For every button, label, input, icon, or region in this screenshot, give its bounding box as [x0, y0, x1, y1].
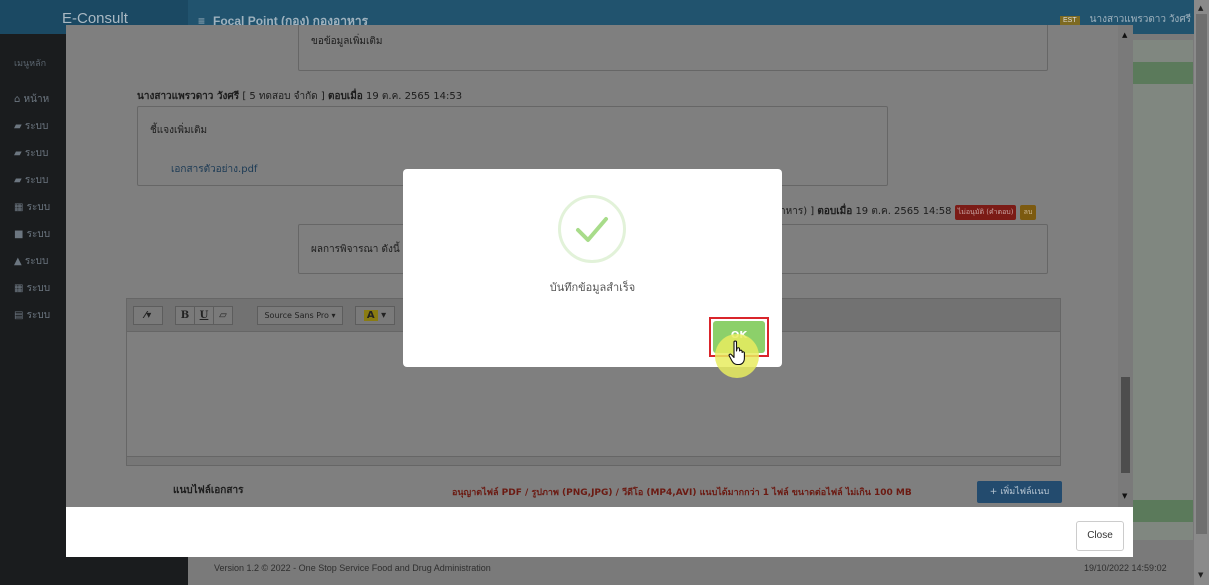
book-icon: ▰ [14, 148, 25, 159]
reply-timestamp: 19 ต.ค. 2565 14:53 [366, 91, 463, 102]
version-text: Version 1.2 © 2022 - One Stop Service Fo… [214, 563, 491, 573]
reply-body: ชี้แจงเพิ่มเติม [150, 125, 208, 136]
delete-button[interactable]: ลบ [1019, 205, 1037, 220]
scroll-up-icon[interactable]: ▲ [1198, 4, 1203, 12]
reply-header-tail: าหาร) ] [780, 206, 815, 217]
message-box: ขอข้อมูลเพิ่มเติม [298, 25, 1048, 71]
status-badge: ไม่อนุมัติ (คำตอบ) [954, 205, 1017, 220]
scroll-thumb[interactable] [1196, 14, 1207, 534]
eraser-icon[interactable]: ▱ [213, 306, 233, 325]
page-scrollbar[interactable]: ▲ ▼ [1194, 0, 1209, 585]
reply-header-2: าหาร) ] ตอบเมื่อ 19 ต.ค. 2565 14:58 ไม่อ… [780, 204, 1037, 220]
scroll-thumb[interactable] [1121, 377, 1130, 473]
add-attachment-button[interactable]: + เพิ่มไฟล์แนบ [977, 481, 1062, 503]
user-name: นางสาวแพรวดาว วังศรี [1089, 14, 1192, 25]
reply-timestamp: 19 ต.ค. 2565 14:58 [855, 206, 952, 217]
font-family-select[interactable]: Source Sans Pro ▾ [257, 306, 343, 325]
attach-label: แนบไฟล์เอกสาร [173, 485, 244, 496]
close-button[interactable]: Close [1076, 521, 1124, 551]
user-badge: EST [1060, 16, 1080, 25]
calendar-icon: ▦ [14, 283, 27, 294]
modal-scrollbar[interactable]: ▲ ▼ [1118, 25, 1133, 507]
text-color-icon: A [363, 310, 378, 321]
attachment-link[interactable]: เอกสารตัวอย่าง.pdf [171, 162, 257, 177]
checkmark-svg [576, 217, 608, 242]
attach-note: อนุญาตไฟล์ PDF / รูปภาพ (PNG,JPG) / วีดี… [452, 488, 912, 498]
sidebar-item-label: ระบบ [26, 202, 51, 213]
reply-label: ตอบเมื่อ [817, 206, 853, 217]
sidebar-item-label: หน้าห [23, 94, 50, 105]
home-icon: ⌂ [14, 94, 24, 105]
sidebar-item-label: ระบบ [26, 283, 51, 294]
underline-button[interactable]: U [194, 306, 214, 325]
editor-resize-bar[interactable] [127, 456, 1060, 465]
sidebar-item-label: ระบบ [24, 256, 49, 267]
graduation-cap-icon: ▲ [14, 256, 25, 267]
magic-wand-icon[interactable]: ⁄▾ [133, 306, 163, 325]
book-icon: ▰ [14, 175, 25, 186]
document-icon: ▤ [14, 310, 27, 321]
reply-author: นางสาวแพรวดาว วังศรี [137, 91, 240, 102]
bold-button[interactable]: B [175, 306, 195, 325]
hand-cursor-icon [727, 340, 749, 369]
datetime-text: 19/10/2022 14:59:02 [1084, 563, 1167, 573]
reply-header: นางสาวแพรวดาว วังศรี [ 5 ทดสอบ จำกัด ] ต… [137, 89, 462, 104]
book-icon: ▰ [14, 121, 25, 132]
plus-icon: + [989, 487, 1001, 497]
sidebar-item-label: ระบบ [24, 121, 49, 132]
scroll-down-icon[interactable]: ▼ [1198, 571, 1203, 579]
reply-label: ตอบเมื่อ [327, 91, 363, 102]
add-attachment-label: เพิ่มไฟล์แนบ [1000, 487, 1050, 497]
font-name: Source Sans Pro [264, 311, 329, 320]
dialog-message: บันทึกข้อมูลสำเร็จ [549, 281, 636, 294]
sidebar-item-label: ระบบ [24, 148, 49, 159]
video-icon: ■ [14, 229, 27, 240]
calendar-icon: ▦ [14, 202, 27, 213]
scroll-up-icon[interactable]: ▲ [1122, 31, 1127, 39]
sidebar-item-label: ระบบ [24, 175, 49, 186]
modal-footer [66, 507, 1133, 557]
success-check-icon [558, 195, 626, 263]
reply-body-2: ผลการพิจารณา ดังนี้ [311, 244, 400, 255]
reply-org: [ 5 ทดสอบ จำกัด ] [242, 91, 325, 102]
text-color-button[interactable]: A ▾ [355, 306, 395, 325]
message-text: ขอข้อมูลเพิ่มเติม [311, 36, 383, 47]
scroll-down-icon[interactable]: ▼ [1122, 492, 1127, 500]
sidebar-item-label: ระบบ [26, 310, 51, 321]
sidebar-item-label: ระบบ [26, 229, 51, 240]
